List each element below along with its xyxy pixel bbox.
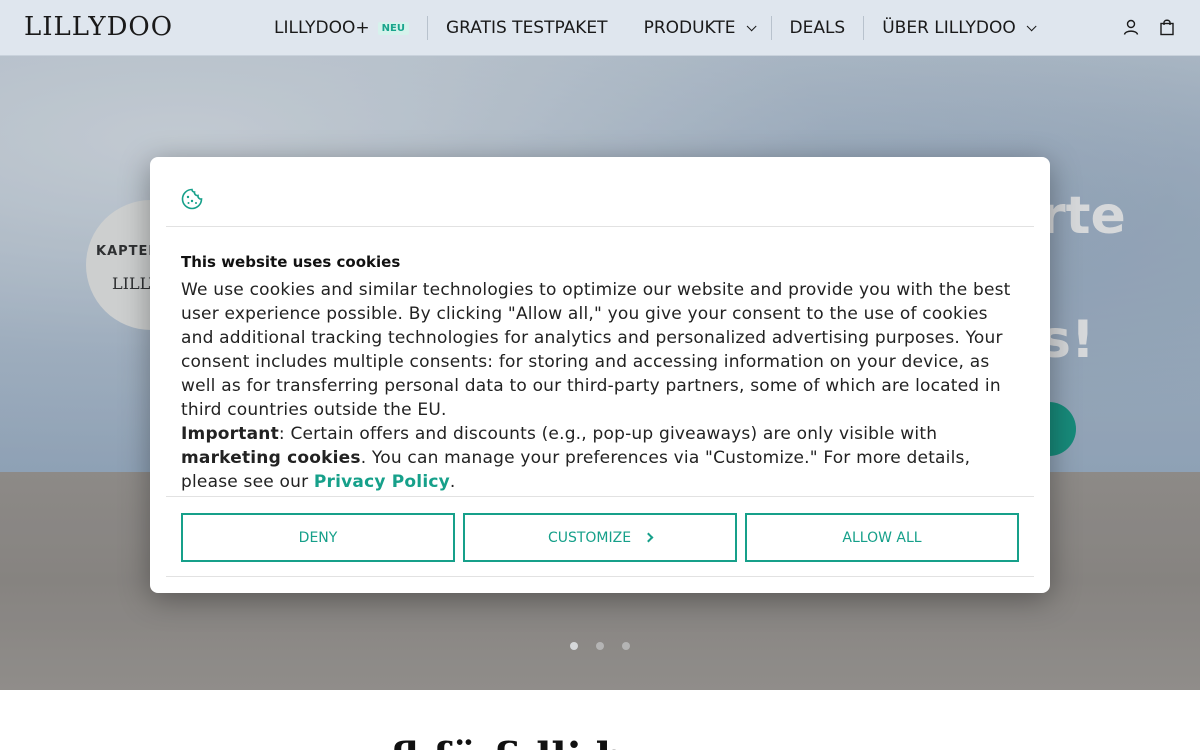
shopping-bag-icon[interactable] xyxy=(1158,18,1176,36)
nav-label: PRODUKTE xyxy=(643,18,736,38)
header-actions xyxy=(1122,18,1176,36)
dialog-title: This website uses cookies xyxy=(181,253,401,271)
cookie-icon xyxy=(181,188,203,210)
allow-all-label: ALLOW ALL xyxy=(842,529,922,546)
privacy-policy-link[interactable]: Privacy Policy xyxy=(314,472,450,492)
section-heading: fl fü fi lli h xyxy=(390,734,625,750)
chevron-down-icon xyxy=(1026,20,1037,31)
nav-item-gratis-testpaket[interactable]: GRATIS TESTPAKET xyxy=(428,0,626,56)
nav-item-produkte[interactable]: PRODUKTE xyxy=(626,0,771,56)
important-label: Important xyxy=(181,424,279,444)
chevron-down-icon xyxy=(746,20,757,31)
allow-all-button[interactable]: ALLOW ALL xyxy=(745,513,1019,562)
marketing-cookies-label: marketing cookies xyxy=(181,448,361,468)
deny-button[interactable]: DENY xyxy=(181,513,455,562)
nav-label: DEALS xyxy=(789,18,846,38)
customize-label: CUSTOMIZE xyxy=(547,529,632,546)
chevron-right-icon xyxy=(643,532,654,543)
nav-item-lillydoo-plus[interactable]: LILLYDOO+ NEU xyxy=(256,0,427,56)
nav-item-deals[interactable]: DEALS xyxy=(772,0,864,56)
nav-label: GRATIS TESTPAKET xyxy=(445,18,608,38)
dialog-body: This website uses cookies We use cookies… xyxy=(181,253,1021,493)
new-badge: NEU xyxy=(377,21,409,35)
below-hero-section: fl fü fi lli h xyxy=(0,690,1200,750)
important-text: : Certain offers and discounts (e.g., po… xyxy=(278,424,938,444)
nav-label: ÜBER LILLYDOO xyxy=(882,18,1016,38)
main-nav: LILLYDOO+ NEU GRATIS TESTPAKET PRODUKTE … xyxy=(256,0,1051,56)
nav-item-ueber-lillydoo[interactable]: ÜBER LILLYDOO xyxy=(864,0,1050,56)
cookie-consent-dialog: This website uses cookies We use cookies… xyxy=(150,157,1050,593)
dialog-description: We use cookies and similar technologies … xyxy=(181,278,1021,493)
customize-button[interactable]: CUSTOMIZE xyxy=(463,513,737,562)
consent-paragraph: We use cookies and similar technologies … xyxy=(181,280,1011,420)
site-header: LILLYDOO LILLYDOO+ NEU GRATIS TESTPAKET … xyxy=(0,0,1200,56)
user-icon[interactable] xyxy=(1122,18,1140,36)
site-logo[interactable]: LILLYDOO xyxy=(24,12,173,42)
deny-label: DENY xyxy=(298,529,338,546)
sentence-end: . xyxy=(449,472,456,492)
dialog-actions: DENY CUSTOMIZE ALLOW ALL xyxy=(166,496,1034,577)
dialog-header xyxy=(166,157,1034,227)
nav-label: LILLYDOO+ xyxy=(274,18,370,38)
